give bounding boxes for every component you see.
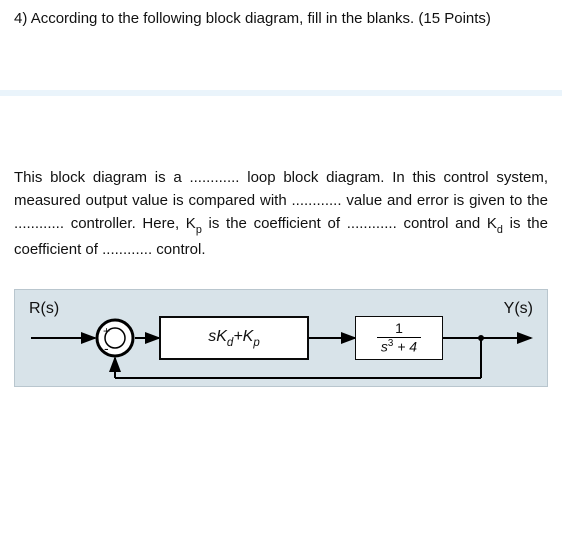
ctrl-plus: +K	[233, 328, 253, 345]
subscript-p: p	[196, 224, 202, 236]
question-header: 4) According to the following block diag…	[14, 8, 548, 30]
ctrl-sub-p: p	[253, 337, 259, 349]
question-number: 4)	[14, 10, 27, 27]
plant-denominator: s3 + 4	[377, 337, 421, 355]
ctrl-sub-d: d	[227, 337, 233, 349]
section-divider	[0, 90, 562, 96]
text-seg: is the coefficient of	[202, 215, 347, 232]
controller-block: sKd+Kp	[159, 316, 309, 360]
question-prompt: According to the following block diagram…	[31, 10, 491, 27]
summing-junction: + -	[95, 318, 135, 358]
subscript-d: d	[497, 224, 503, 236]
plant-numerator: 1	[391, 321, 407, 337]
plant-block: 1 s3 + 4	[355, 316, 443, 360]
blank: ............	[14, 215, 64, 232]
den-rest: + 4	[393, 339, 417, 355]
fill-in-paragraph: This block diagram is a ............ loo…	[14, 166, 548, 261]
den-s: s	[381, 339, 388, 355]
text-seg: value and error is given to the	[342, 192, 548, 209]
blank: ............	[347, 215, 397, 232]
text-seg: This block diagram is a	[14, 169, 189, 186]
sum-minus: -	[104, 340, 109, 356]
text-seg: controller. Here, K	[64, 215, 196, 232]
ctrl-expr: sK	[208, 328, 227, 345]
text-seg: control.	[152, 241, 205, 258]
blank: ............	[292, 192, 342, 209]
sum-plus: +	[103, 324, 110, 338]
text-seg: control and K	[397, 215, 497, 232]
blank: ............	[189, 169, 239, 186]
block-diagram: R(s) Y(s) + - sKd+Kp	[14, 289, 548, 387]
blank: ............	[102, 241, 152, 258]
